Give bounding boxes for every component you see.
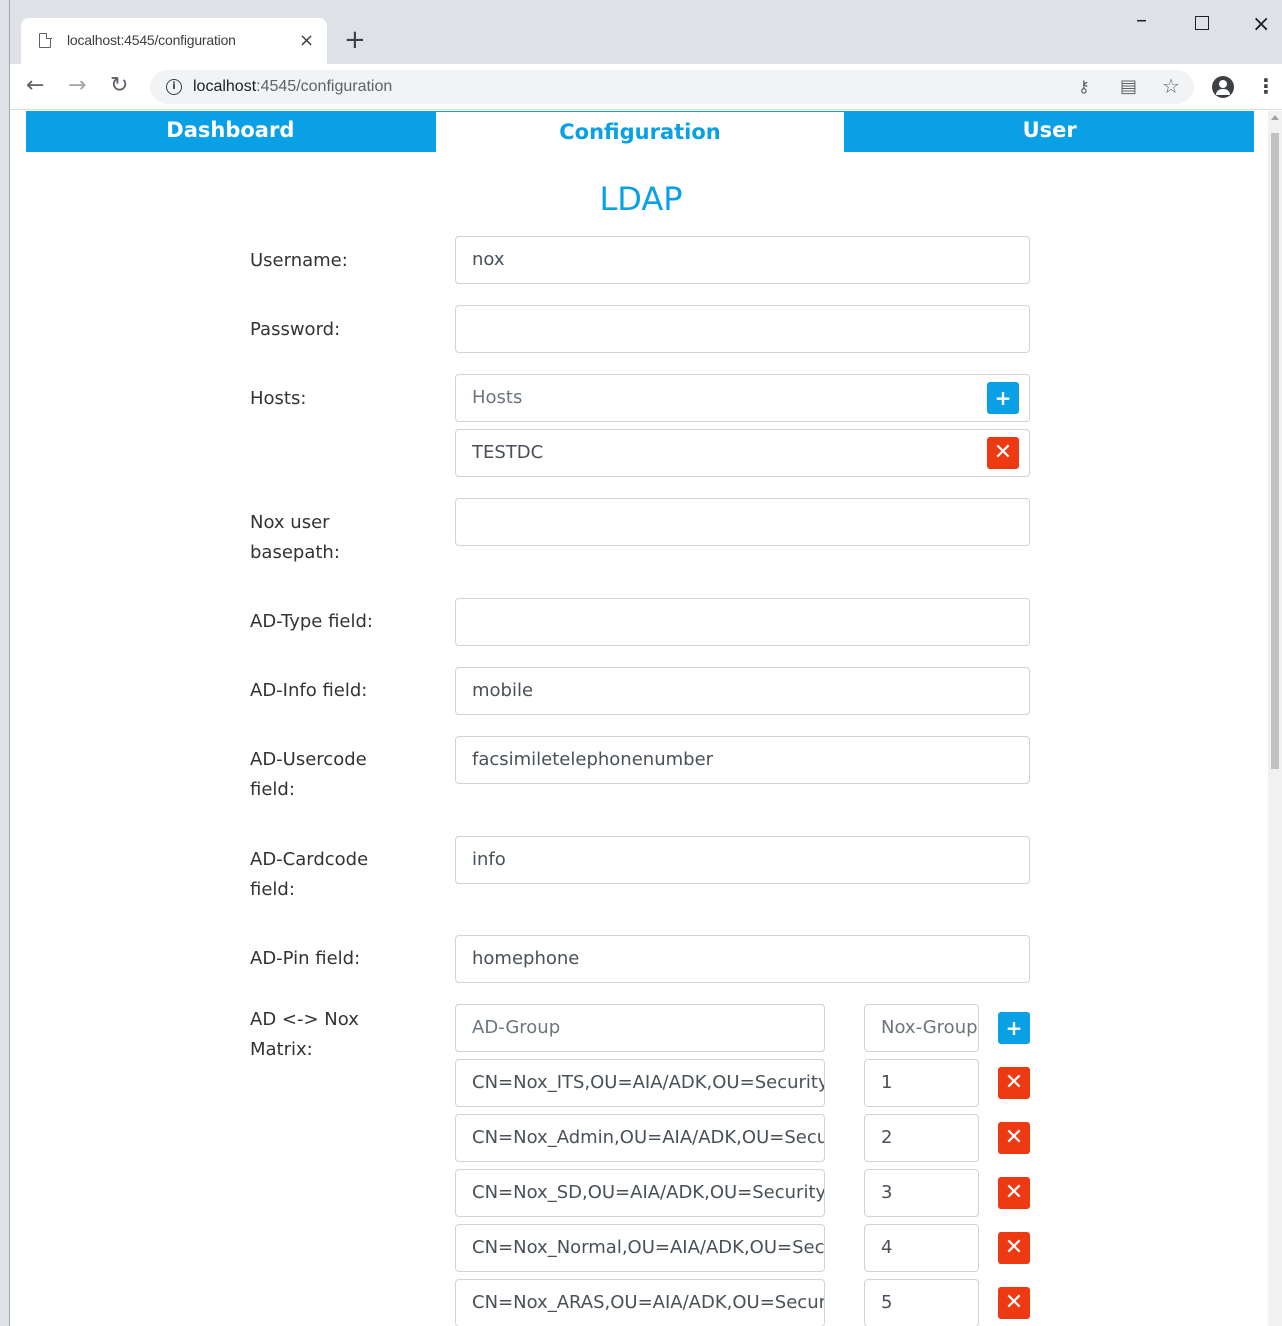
ad-usercode-label-line2: field: (250, 779, 295, 800)
matrix-group-cell[interactable]: CN=Nox_ITS,OU=AIA/ADK,OU=Security Groups (455, 1059, 825, 1107)
url-text: localhost:4545/configuration (193, 78, 392, 96)
ad-group-input[interactable]: AD-Group (455, 1004, 825, 1052)
matrix-group-cell[interactable]: CN=Nox_ARAS,OU=AIA/ADK,OU=Security Group… (455, 1279, 825, 1326)
tab-configuration[interactable]: Configuration (434, 111, 846, 152)
password-input[interactable] (455, 305, 1030, 353)
ad-cardcode-label-line1: AD-Cardcode (250, 849, 369, 870)
matrix-nox-cell[interactable]: 2 (864, 1114, 979, 1162)
matrix-nox-cell[interactable]: 4 (864, 1224, 979, 1272)
key-icon[interactable]: ⚷ (1078, 77, 1090, 96)
remove-matrix-row-button[interactable]: ✕ (998, 1177, 1030, 1209)
nox-group-input[interactable]: Nox-Group (864, 1004, 979, 1052)
ad-pin-label: AD-Pin field: (250, 948, 361, 969)
page-icon (39, 32, 52, 48)
menu-icon[interactable]: ⋮ (1256, 74, 1276, 98)
ad-usercode-label-line1: AD-Usercode (250, 749, 367, 770)
ad-usercode-input[interactable]: facsimiletelephonenumber (455, 736, 1030, 784)
hosts-label: Hosts: (250, 388, 307, 409)
matrix-nox-cell[interactable]: 3 (864, 1169, 979, 1217)
star-icon[interactable]: ☆ (1162, 74, 1180, 98)
ad-type-input[interactable] (455, 598, 1030, 646)
site-info-icon[interactable]: i (166, 79, 182, 95)
address-bar[interactable]: i localhost:4545/configuration ⚷ ▤ ☆ (150, 70, 1194, 104)
forward-icon[interactable]: → (68, 73, 86, 99)
tab-user[interactable]: User (845, 111, 1254, 152)
new-tab-icon[interactable]: + (344, 25, 366, 55)
ad-info-label: AD-Info field: (250, 680, 368, 701)
matrix-nox-cell[interactable]: 5 (864, 1279, 979, 1326)
remove-matrix-row-button[interactable]: ✕ (998, 1232, 1030, 1264)
tab-dashboard[interactable]: Dashboard (26, 111, 435, 152)
browser-toolbar: ← → ↻ i localhost:4545/configuration ⚷ ▤… (10, 64, 1282, 110)
translate-icon[interactable]: ▤ (1120, 76, 1137, 97)
username-label: Username: (250, 250, 348, 271)
browser-tab[interactable]: localhost:4545/configuration × (21, 18, 327, 64)
ad-info-input[interactable]: mobile (455, 667, 1030, 715)
basepath-input[interactable] (455, 498, 1030, 546)
username-input[interactable]: nox (455, 236, 1030, 284)
basepath-label-line2: basepath: (250, 542, 340, 563)
remove-host-button[interactable]: ✕ (987, 437, 1019, 469)
basepath-label-line1: Nox user (250, 512, 330, 533)
matrix-group-cell[interactable]: CN=Nox_SD,OU=AIA/ADK,OU=Security Groups (455, 1169, 825, 1217)
matrix-group-cell[interactable]: CN=Nox_Admin,OU=AIA/ADK,OU=Security Grou… (455, 1114, 825, 1162)
matrix-nox-cell[interactable]: 1 (864, 1059, 979, 1107)
url-host: localhost (193, 78, 257, 95)
add-host-button[interactable]: + (987, 382, 1019, 414)
matrix-label-line2: Matrix: (250, 1039, 313, 1060)
scroll-up-icon[interactable] (1271, 115, 1279, 120)
minimize-icon[interactable]: – (1136, 8, 1147, 33)
reload-icon[interactable]: ↻ (110, 73, 128, 99)
hosts-input[interactable]: Hosts (455, 374, 1030, 422)
profile-icon[interactable] (1212, 76, 1234, 98)
remove-matrix-row-button[interactable]: ✕ (998, 1067, 1030, 1099)
add-matrix-row-button[interactable]: + (998, 1012, 1030, 1044)
ad-type-label: AD-Type field: (250, 611, 373, 632)
matrix-group-cell[interactable]: CN=Nox_Normal,OU=AIA/ADK,OU=Security Gro… (455, 1224, 825, 1272)
scroll-thumb[interactable] (1271, 133, 1279, 769)
ad-cardcode-label-line2: field: (250, 879, 295, 900)
back-icon[interactable]: ← (26, 73, 44, 99)
maximize-icon[interactable] (1195, 16, 1209, 30)
window-close-icon[interactable]: × (1252, 12, 1270, 37)
app-nav: Dashboard Configuration User (26, 111, 1254, 152)
tab-close-icon[interactable]: × (299, 30, 314, 51)
host-item[interactable]: TESTDC (455, 429, 1030, 477)
tab-title: localhost:4545/configuration (67, 32, 236, 48)
password-label: Password: (250, 319, 341, 340)
remove-matrix-row-button[interactable]: ✕ (998, 1122, 1030, 1154)
ad-cardcode-input[interactable]: info (455, 836, 1030, 884)
scrollbar[interactable] (1268, 111, 1282, 1326)
matrix-label-line1: AD <-> Nox (250, 1009, 359, 1030)
section-title: LDAP (599, 180, 683, 218)
remove-matrix-row-button[interactable]: ✕ (998, 1287, 1030, 1319)
url-path: :4545/configuration (256, 78, 393, 95)
ad-pin-input[interactable]: homephone (455, 935, 1030, 983)
